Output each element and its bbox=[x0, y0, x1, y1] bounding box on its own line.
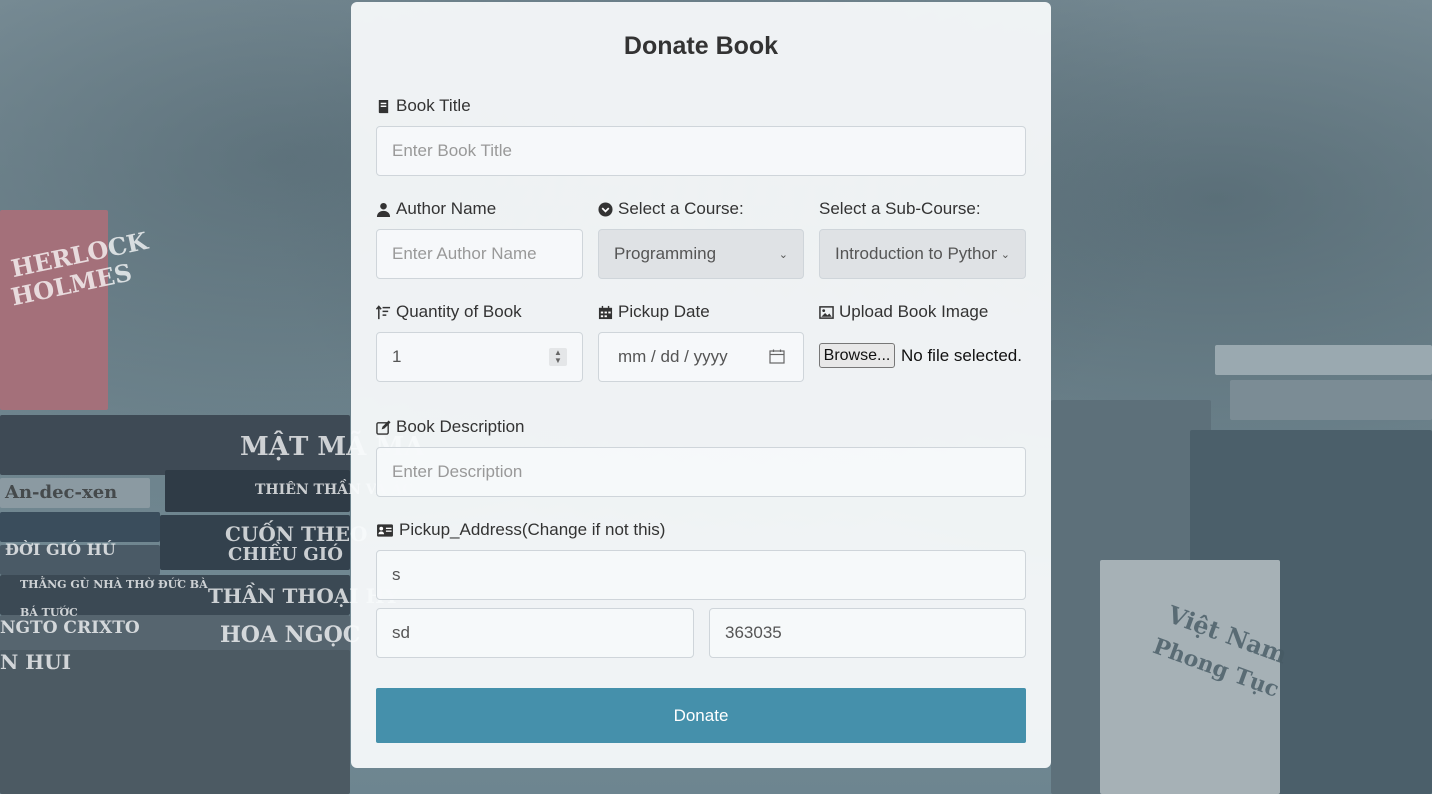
book-title-input[interactable]: Enter Book Title bbox=[376, 126, 1026, 176]
user-icon bbox=[376, 202, 391, 217]
author-name-input[interactable]: Enter Author Name bbox=[376, 229, 583, 279]
calendar-icon bbox=[598, 305, 613, 319]
image-icon bbox=[819, 305, 834, 319]
check-circle-icon bbox=[598, 201, 613, 217]
bg-text: An-dec-xen bbox=[5, 482, 118, 503]
quantity-stepper[interactable]: 1 ▲ ▼ bbox=[376, 332, 583, 382]
spinner-arrows-icon[interactable]: ▲ ▼ bbox=[549, 348, 567, 366]
pincode-value: 363035 bbox=[725, 623, 782, 642]
course-select-value: Programming bbox=[614, 244, 717, 263]
bg-text: ĐỜI GIÓ HÚ bbox=[5, 540, 116, 559]
quantity-label-text: Quantity of Book bbox=[396, 302, 522, 321]
course-label-text: Select a Course: bbox=[618, 199, 744, 218]
author-placeholder: Enter Author Name bbox=[392, 244, 537, 263]
bg-text: NGTO CRIXTO bbox=[0, 618, 140, 638]
upload-label-text: Upload Book Image bbox=[839, 302, 989, 321]
bg-text: CUỐN THEO bbox=[225, 522, 368, 546]
address-line1-value: s bbox=[392, 565, 401, 584]
address-card-icon bbox=[377, 523, 393, 537]
quantity-label: Quantity of Book bbox=[376, 302, 522, 322]
book-title-label: Book Title bbox=[376, 96, 471, 116]
file-status-text: No file selected. bbox=[901, 346, 1022, 365]
chevron-down-icon: ⌄ bbox=[778, 248, 788, 261]
bg-text: BÁ TƯỚC bbox=[20, 606, 78, 619]
description-label-text: Book Description bbox=[396, 417, 525, 436]
pickup-date-label: Pickup Date bbox=[598, 302, 710, 322]
donate-form-card: Donate Book Book Title Enter Book Title … bbox=[351, 2, 1051, 768]
sub-course-select[interactable]: Introduction to Python ⌄ bbox=[819, 229, 1026, 279]
address-label-text: Pickup_Address(Change if not this) bbox=[399, 520, 666, 539]
bg-book bbox=[1215, 345, 1432, 375]
upload-label: Upload Book Image bbox=[819, 302, 988, 322]
sub-course-label-text: Select a Sub-Course: bbox=[819, 199, 981, 218]
bg-text: HOA NGỌC bbox=[220, 622, 361, 648]
bg-text: N HUI bbox=[0, 650, 71, 674]
book-icon bbox=[378, 99, 389, 113]
page-title: Donate Book bbox=[623, 32, 779, 60]
pincode-input[interactable]: 363035 bbox=[709, 608, 1026, 658]
chevron-down-icon: ⌄ bbox=[1000, 248, 1010, 261]
bg-text: THẰNG GÙ NHÀ THỜ ĐỨC BÀ bbox=[20, 578, 208, 591]
address-line2-input[interactable]: sd bbox=[376, 608, 694, 658]
book-title-placeholder: Enter Book Title bbox=[392, 141, 513, 160]
book-title-label-text: Book Title bbox=[396, 96, 471, 115]
address-line1-input[interactable]: s bbox=[376, 550, 1026, 600]
author-label: Author Name bbox=[376, 199, 496, 219]
address-label: Pickup_Address(Change if not this) bbox=[376, 520, 665, 540]
calendar-picker-icon[interactable] bbox=[769, 349, 785, 364]
bg-book bbox=[0, 512, 160, 542]
bg-book bbox=[1230, 380, 1432, 420]
browse-button[interactable]: Browse... bbox=[819, 343, 895, 368]
bg-text: CHIỀU GIÓ bbox=[228, 544, 343, 565]
quantity-value: 1 bbox=[392, 347, 402, 366]
course-select[interactable]: Programming ⌄ bbox=[598, 229, 804, 279]
description-placeholder: Enter Description bbox=[392, 462, 523, 481]
address-line2-value: sd bbox=[392, 623, 410, 642]
donate-button[interactable]: Donate bbox=[376, 688, 1026, 743]
pickup-date-input[interactable]: mm / dd / yyyy bbox=[598, 332, 804, 382]
pickup-date-label-text: Pickup Date bbox=[618, 302, 710, 321]
description-input[interactable]: Enter Description bbox=[376, 447, 1026, 497]
description-label: Book Description bbox=[376, 417, 525, 437]
course-label: Select a Course: bbox=[598, 199, 744, 219]
author-label-text: Author Name bbox=[396, 199, 497, 218]
sort-amount-up-icon bbox=[376, 304, 391, 319]
sub-course-label: Select a Sub-Course: bbox=[819, 199, 981, 219]
sub-course-select-value: Introduction to Python bbox=[835, 244, 997, 263]
pickup-date-placeholder: mm / dd / yyyy bbox=[618, 347, 728, 366]
edit-icon bbox=[376, 419, 391, 435]
